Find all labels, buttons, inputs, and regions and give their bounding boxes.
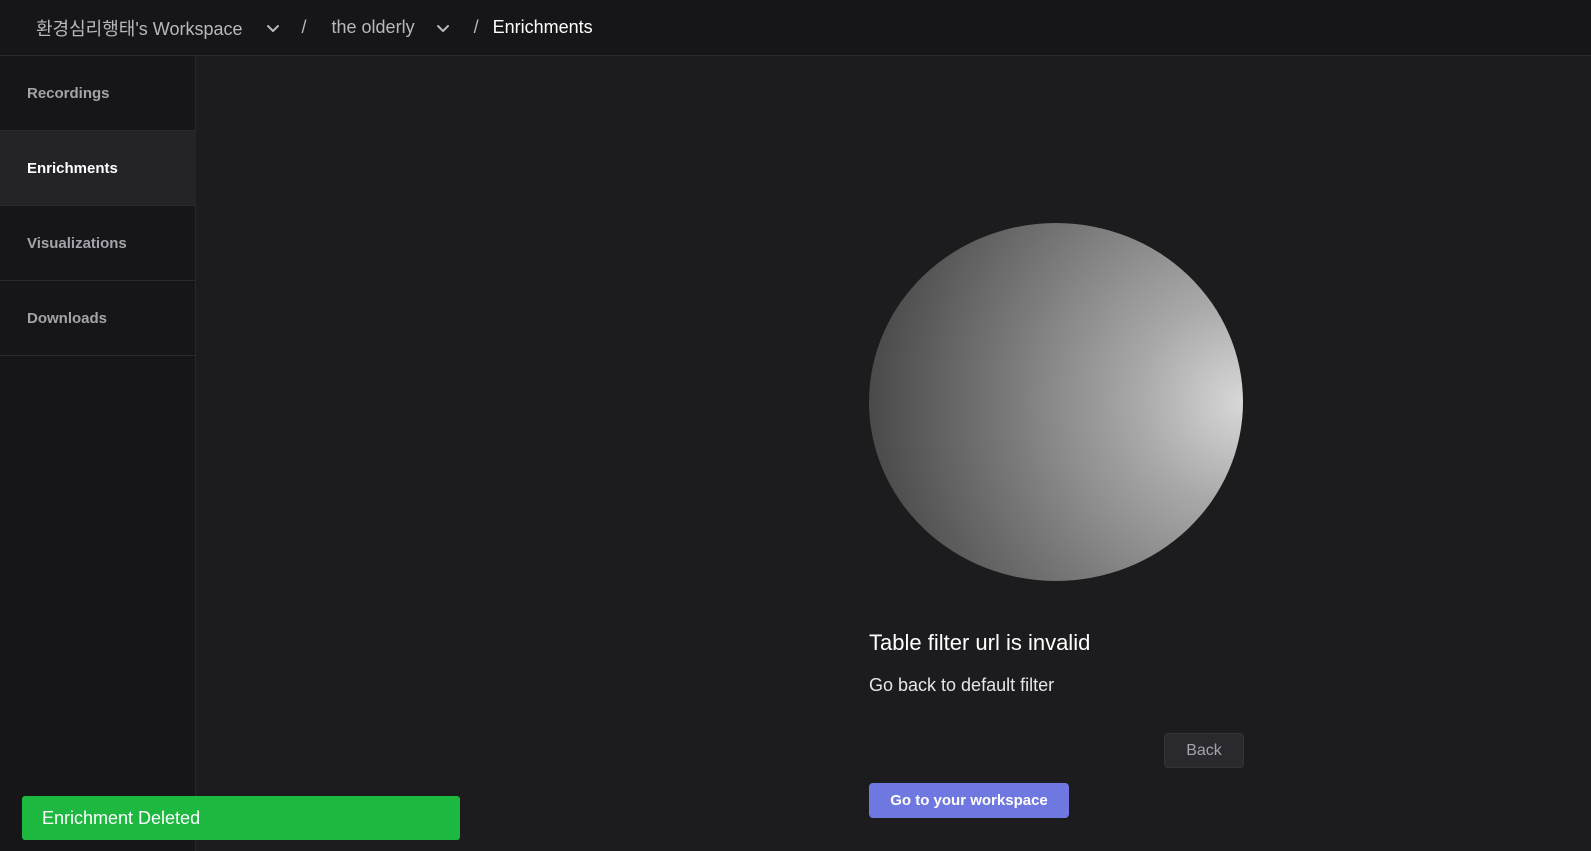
error-title: Table filter url is invalid — [869, 630, 1091, 655]
chevron-down-icon[interactable] — [263, 18, 283, 38]
breadcrumb-separator: / — [301, 17, 307, 37]
breadcrumb-workspace[interactable]: 환경심리행태's Workspace — [36, 15, 243, 41]
sidebar-item-label: Enrichments — [27, 159, 118, 177]
breadcrumb-separator: / — [473, 17, 479, 37]
toast-notification: Enrichment Deleted — [22, 796, 460, 840]
top-bar: 환경심리행태's Workspace / the olderly / Enric… — [0, 0, 1591, 56]
error-subtitle: Go back to default filter — [869, 675, 1055, 695]
go-to-workspace-button[interactable]: Go to your workspace — [869, 783, 1069, 818]
back-button[interactable]: Back — [1164, 733, 1244, 768]
sidebar-item-downloads[interactable]: Downloads — [0, 281, 195, 356]
sidebar-item-label: Downloads — [27, 309, 108, 327]
sidebar-item-recordings[interactable]: Recordings — [0, 56, 195, 131]
breadcrumb-current: Enrichments — [492, 17, 593, 37]
chevron-down-icon[interactable] — [433, 18, 453, 38]
breadcrumb-project[interactable]: the olderly — [332, 17, 415, 38]
error-illustration — [869, 223, 1243, 581]
sidebar-item-label: Visualizations — [27, 234, 127, 252]
sidebar-item-visualizations[interactable]: Visualizations — [0, 206, 195, 281]
toast-message: Enrichment Deleted — [42, 807, 201, 828]
sidebar-item-enrichments[interactable]: Enrichments — [0, 131, 195, 206]
sidebar-item-label: Recordings — [27, 84, 110, 102]
sidebar: Recordings Enrichments Visualizations Do… — [0, 56, 196, 851]
